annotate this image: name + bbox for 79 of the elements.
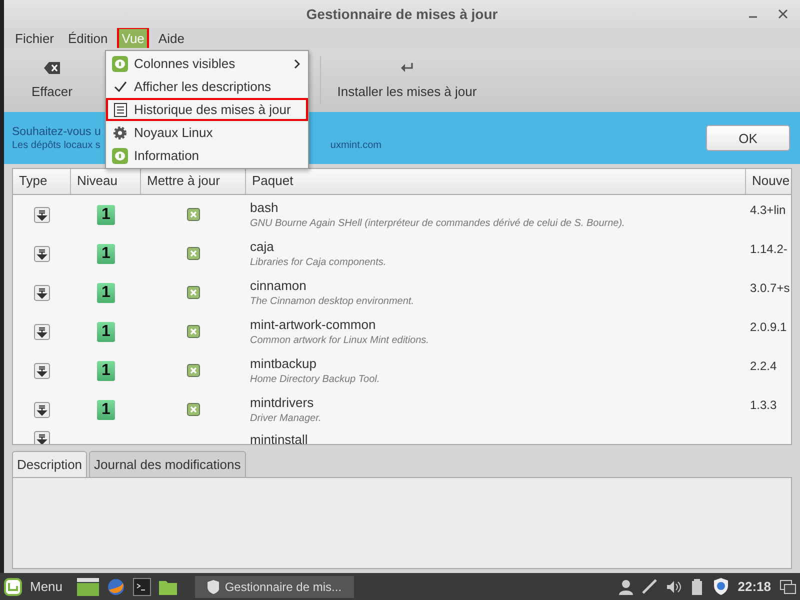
level-badge: 1 xyxy=(97,204,115,224)
terminal-icon[interactable] xyxy=(132,578,151,596)
version-text: 1.14.2- xyxy=(750,242,788,256)
package-name: bash xyxy=(250,200,278,215)
list-icon xyxy=(114,102,126,116)
info-title: Souhaitez-vous u xyxy=(12,126,101,138)
close-icon[interactable] xyxy=(778,9,788,19)
toolbar-button[interactable]: Installer les mises à jour xyxy=(327,54,487,106)
tab[interactable]: Description xyxy=(12,451,88,477)
menu-item[interactable]: Édition xyxy=(63,26,113,50)
backspace-icon xyxy=(44,62,60,74)
menu-item[interactable]: Historique des mises à jour xyxy=(106,98,308,121)
checkmark-icon xyxy=(114,81,126,92)
browser-icon[interactable] xyxy=(106,578,125,596)
return-arrow-icon xyxy=(400,62,414,74)
package-name: mintdrivers xyxy=(250,395,314,410)
package-name: caja xyxy=(250,239,274,254)
windows-icon[interactable] xyxy=(780,580,796,594)
package-description: Common artwork for Linux Mint editions. xyxy=(250,335,429,346)
taskbar-window-button[interactable]: Gestionnaire de mis... xyxy=(194,576,354,598)
package-description: The Cinnamon desktop environment. xyxy=(250,296,414,307)
folder-icon[interactable] xyxy=(158,578,177,594)
checkbox[interactable] xyxy=(187,286,200,299)
column-header[interactable]: Nouve xyxy=(746,169,791,194)
level-badge: 1 xyxy=(97,360,115,380)
battery-icon[interactable] xyxy=(690,578,704,594)
package-description: Driver Manager. xyxy=(250,413,322,424)
package-name: cinnamon xyxy=(250,278,306,293)
download-arrow-icon xyxy=(34,206,50,222)
package-name: mint-artwork-common xyxy=(250,317,376,332)
leaf-logo-icon xyxy=(4,578,22,596)
download-arrow-icon xyxy=(34,284,50,300)
level-badge: 1 xyxy=(97,400,115,420)
window-title: Gestionnaire de mises à jour xyxy=(306,6,498,22)
ok-button[interactable]: OK xyxy=(706,125,790,151)
version-text: 2.2.4 xyxy=(750,359,777,373)
level-badge: 1 xyxy=(97,244,115,264)
version-text: 1.3.3 xyxy=(750,398,777,412)
info-icon xyxy=(112,148,128,164)
menu-item[interactable]: Afficher les descriptions xyxy=(106,75,308,98)
menu-item[interactable]: Fichier xyxy=(10,26,60,50)
chevron-right-icon xyxy=(294,58,300,68)
checkbox[interactable] xyxy=(187,208,200,221)
package-name: mintinstall xyxy=(250,432,308,444)
download-arrow-icon xyxy=(34,324,50,340)
menu-item[interactable]: Noyaux Linux xyxy=(106,121,308,144)
menu-item[interactable]: Information xyxy=(106,144,308,167)
package-description: Libraries for Caja components. xyxy=(250,257,386,268)
checkbox[interactable] xyxy=(187,325,200,338)
toolbar-button[interactable]: Effacer xyxy=(12,54,92,106)
gear-icon xyxy=(113,126,127,140)
version-text: 4.3+lin xyxy=(750,203,786,217)
download-arrow-icon xyxy=(34,402,50,418)
version-text: 2.0.9.1 xyxy=(750,320,787,334)
desktop-icon[interactable] xyxy=(76,578,99,596)
info-icon xyxy=(112,56,128,72)
column-header[interactable]: Type xyxy=(13,169,71,194)
level-badge: 1 xyxy=(97,322,115,342)
menu-item[interactable]: Colonnes visibles xyxy=(106,52,308,75)
volume-icon[interactable] xyxy=(666,580,682,594)
clock: 22:18 xyxy=(738,579,771,594)
checkbox[interactable] xyxy=(187,403,200,416)
checkbox[interactable] xyxy=(187,247,200,260)
menu-button[interactable]: Menu xyxy=(0,578,63,596)
checkbox[interactable] xyxy=(187,364,200,377)
info-text: Les dépôts locaux s xyxy=(12,140,100,150)
package-description: GNU Bourne Again SHell (interpréteur de commandes dérivé de celui de S. Bourne). xyxy=(250,218,625,229)
package-description: Home Directory Backup Tool. xyxy=(250,374,380,385)
version-text: 3.0.7+s xyxy=(750,281,790,295)
level-badge: 1 xyxy=(97,282,115,302)
user-icon[interactable] xyxy=(618,578,633,594)
shield-icon xyxy=(206,580,219,594)
menu-item[interactable]: Aide xyxy=(153,26,190,50)
download-arrow-icon xyxy=(34,246,50,262)
package-name: mintbackup xyxy=(250,356,316,371)
tab[interactable]: Journal des modifications xyxy=(89,451,246,477)
info-text: uxmint.com xyxy=(330,140,382,150)
shield-icon[interactable] xyxy=(712,578,729,595)
download-arrow-icon xyxy=(34,362,50,378)
